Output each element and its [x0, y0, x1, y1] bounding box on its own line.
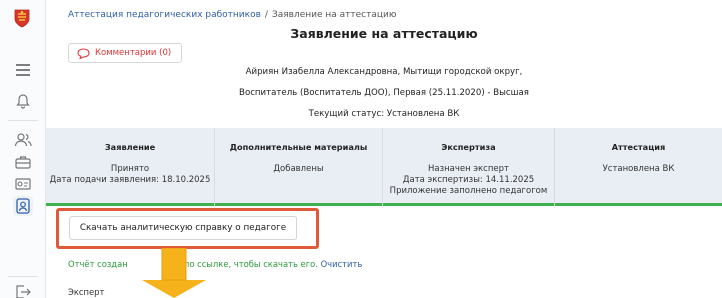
- bell-icon[interactable]: [13, 90, 33, 110]
- stage-line: Добавлены: [273, 164, 324, 174]
- applicant-status: Текущий статус: Установлена ВК: [308, 109, 460, 119]
- menu-icon[interactable]: [13, 60, 33, 80]
- stage-title: Дополнительные материалы: [229, 142, 368, 152]
- stage-line: Назначен эксперт: [427, 164, 509, 174]
- main-content: Аттестация педагогических работников / Зая…: [46, 0, 722, 298]
- stage-progress-bar: [383, 203, 554, 206]
- stage-progress-bar: [46, 203, 214, 206]
- users-icon[interactable]: [13, 130, 33, 150]
- comments-button-label: Комментарии (0): [95, 48, 172, 58]
- stage-progress-bar: [215, 203, 382, 206]
- page-title: Заявление на аттестацию: [290, 26, 478, 41]
- comments-button[interactable]: Комментарии (0): [68, 43, 183, 63]
- comment-icon: [77, 47, 90, 59]
- coat-of-arms-logo: [13, 8, 31, 28]
- stage-line: Приложение заполнено педагогом: [389, 186, 548, 196]
- profile-icon[interactable]: [13, 196, 33, 216]
- applicant-line-2: Воспитатель (Воспитатель ДОО), Первая (2…: [239, 88, 529, 98]
- applicant-line-1: Айриян Изабелла Александровна, Мытищи го…: [245, 67, 523, 77]
- stage-progress-bar: [555, 203, 722, 206]
- logout-icon[interactable]: [13, 282, 33, 298]
- stage-attestation: Аттестация Установлена ВК: [554, 128, 722, 206]
- stage-title: Заявление: [104, 142, 156, 152]
- stage-line: Установлена ВК: [602, 164, 675, 174]
- report-message: Отчёт создан ите по ссылке, чтобы скачать…: [68, 259, 362, 269]
- certificate-icon[interactable]: [13, 174, 33, 194]
- breadcrumb-current: Заявление на аттестацию: [271, 10, 397, 20]
- breadcrumb-root-link[interactable]: Аттестация педагогических работников: [68, 10, 261, 20]
- stage-line: Принято: [110, 164, 150, 174]
- stage-line: Дата подачи заявления: 18.10.2025: [49, 175, 211, 185]
- download-report-button[interactable]: Скачать аналитическую справку о педагоге: [69, 216, 297, 240]
- rail-divider-bottom: [8, 276, 38, 277]
- briefcase-icon[interactable]: [13, 152, 33, 172]
- pointer-arrow-icon: [142, 248, 206, 298]
- stage-line: Дата экспертизы: 14.11.2025: [402, 175, 535, 185]
- report-created-text: Отчёт создан: [68, 259, 128, 269]
- stage-application: Заявление Принято Дата подачи заявления:…: [46, 128, 214, 206]
- stages-panel: Заявление Принято Дата подачи заявления:…: [46, 128, 722, 206]
- breadcrumb: Аттестация педагогических работников / Зая…: [68, 10, 396, 20]
- stage-title: Аттестация: [611, 142, 666, 152]
- rail-divider: [8, 120, 38, 121]
- stage-title: Экспертиза: [441, 142, 496, 152]
- report-clear-link[interactable]: Очистить: [321, 259, 363, 269]
- sidebar: [0, 0, 46, 298]
- breadcrumb-separator: /: [264, 10, 268, 20]
- stage-expertise: Экспертиза Назначен эксперт Дата эксперт…: [382, 128, 554, 206]
- expert-label: Эксперт: [68, 287, 105, 297]
- stage-additional-materials: Дополнительные материалы Добавлены: [214, 128, 382, 206]
